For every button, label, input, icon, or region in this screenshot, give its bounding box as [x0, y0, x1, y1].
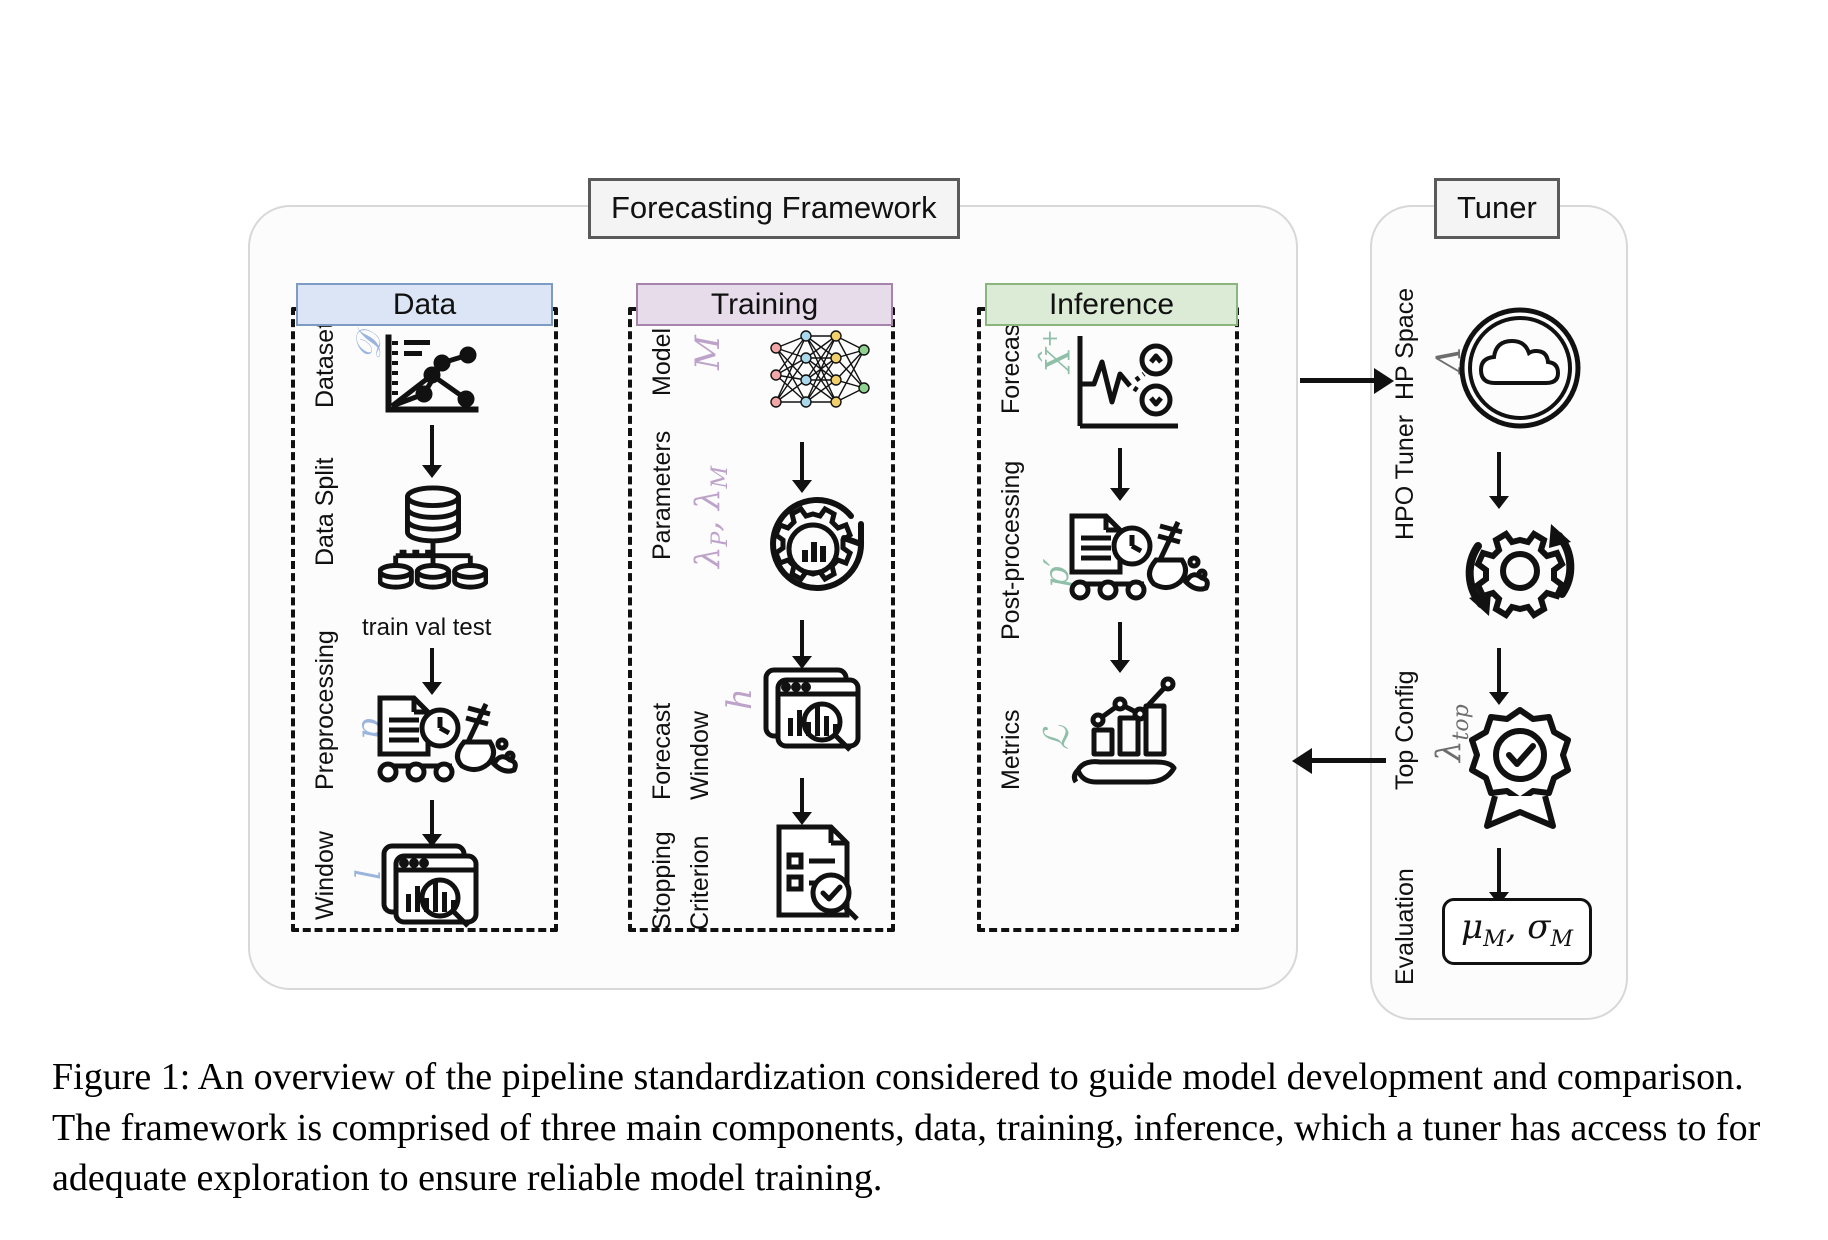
training-step-label-criterion: Criterion — [686, 835, 714, 930]
training-step-label-stopping: Stopping — [648, 831, 676, 930]
training-arrow-2 — [792, 620, 812, 669]
tuner-arrow-2 — [1489, 648, 1509, 705]
neural-network-icon — [760, 320, 880, 430]
training-step-label-parameters: Parameters — [648, 430, 676, 560]
scatter-chart-icon — [375, 330, 495, 420]
inference-arrow-2 — [1110, 622, 1130, 673]
training-arrow-3 — [792, 778, 812, 825]
data-cleaning-icon — [1055, 508, 1215, 608]
forecast-signal-icon — [1068, 332, 1188, 437]
gear-cycle-icon — [1452, 508, 1587, 633]
framework-title-chip: Forecasting Framework — [588, 178, 960, 239]
training-stage-header: Training — [636, 283, 893, 326]
window-search-icon — [378, 840, 498, 935]
training-arrow-1 — [792, 442, 812, 493]
tuner-step-label-top-config: Top Config — [1391, 670, 1419, 790]
database-split-icon — [378, 480, 488, 595]
data-arrow-1 — [422, 425, 442, 478]
badge-check-icon — [1455, 702, 1585, 832]
data-step-label-window: Window — [311, 831, 339, 920]
document-check-icon — [765, 818, 875, 928]
cloud-space-icon — [1452, 300, 1587, 435]
data-arrow-2 — [422, 648, 442, 695]
tuner-arrow-1 — [1489, 452, 1509, 509]
training-step-symbol-model: M — [688, 335, 728, 370]
tuner-title-chip: Tuner — [1434, 178, 1560, 239]
figure-canvas: Forecasting Framework Tuner Data Dataset… — [0, 0, 1828, 1040]
tuner-to-framework-arrow — [1292, 748, 1386, 774]
training-step-symbol-forecast-window: h — [720, 688, 760, 710]
data-arrow-3 — [422, 800, 442, 847]
inference-step-label-metrics: Metrics — [997, 709, 1025, 790]
metrics-hand-icon — [1068, 672, 1198, 792]
window-search-icon — [760, 664, 880, 759]
inference-step-label-forecast: Forecast — [997, 316, 1025, 414]
inference-stage-header: Inference — [985, 283, 1238, 326]
data-step-label-preprocessing: Preprocessing — [311, 630, 339, 790]
gear-settings-icon — [758, 494, 868, 599]
data-cleaning-icon — [368, 690, 518, 790]
training-step-label-window: Window — [686, 711, 714, 800]
data-step-label-dataset: Dataset — [311, 321, 339, 408]
data-step-label-data-split: Data Split — [311, 457, 339, 566]
tuner-step-label-hp-space: HP Space — [1391, 287, 1419, 400]
tuner-step-label-evaluation: Evaluation — [1391, 868, 1419, 985]
training-step-label-forecast: Forecast — [648, 702, 676, 800]
evaluation-result-pill: μM, σM — [1442, 898, 1592, 965]
training-step-symbol-parameters: λP, λM — [688, 465, 733, 568]
data-split-caption: train val test — [362, 614, 492, 641]
inference-arrow-1 — [1110, 448, 1130, 501]
inference-step-label-postprocessing: Post-processing — [997, 460, 1025, 640]
training-step-label-model: Model — [648, 327, 676, 396]
framework-to-tuner-arrow — [1300, 368, 1394, 394]
figure-caption: Figure 1: An overview of the pipeline st… — [52, 1056, 1761, 1200]
tuner-step-label-hpo-tuner: HPO Tuner — [1391, 414, 1419, 540]
data-stage-header: Data — [296, 283, 553, 326]
tuner-arrow-3 — [1489, 848, 1509, 905]
